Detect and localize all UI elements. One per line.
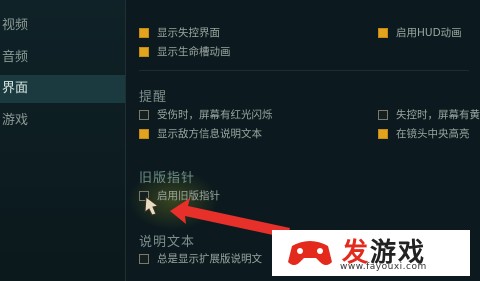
controller-logo-icon [288,241,332,265]
mouse-cursor-icon [144,196,160,216]
watermark-logo: 发游戏 www.fayouxi.com [272,230,470,276]
watermark-url: www.fayouxi.com [340,262,427,272]
